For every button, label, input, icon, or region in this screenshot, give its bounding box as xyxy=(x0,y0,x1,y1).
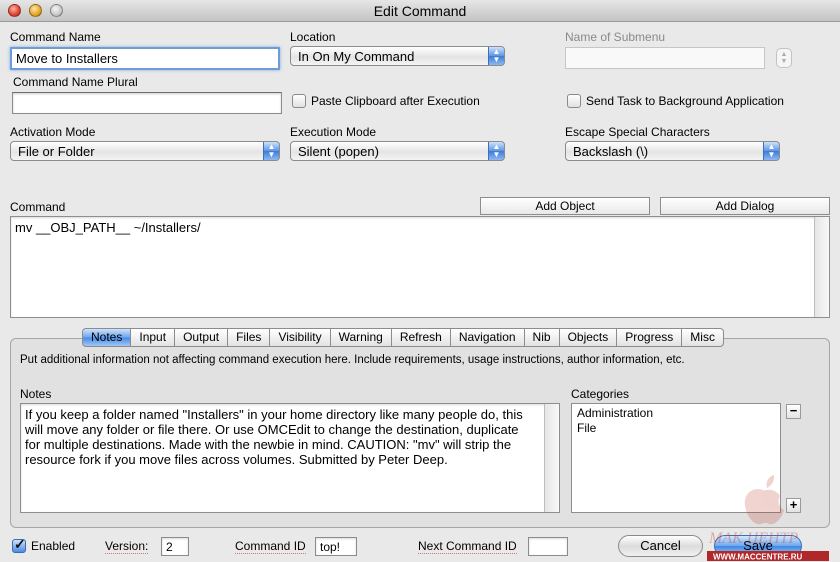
tab-progress[interactable]: Progress xyxy=(617,328,683,347)
list-item[interactable]: Administration xyxy=(577,406,775,421)
escape-chars-label: Escape Special Characters xyxy=(565,125,710,139)
execution-mode-value: Silent (popen) xyxy=(298,144,379,159)
tab-warning[interactable]: Warning xyxy=(330,328,392,347)
enabled-checkbox[interactable]: Enabled xyxy=(12,536,76,553)
edit-command-window: Edit Command Command Name Move to Instal… xyxy=(0,0,840,562)
tab-input[interactable]: Input xyxy=(131,328,176,347)
activation-mode-label: Activation Mode xyxy=(10,125,96,139)
escape-chars-value: Backslash (\) xyxy=(573,144,649,159)
location-value: In On My Command xyxy=(298,49,415,64)
notes-text: If you keep a folder named "Installers" … xyxy=(25,407,523,467)
title-bar: Edit Command xyxy=(0,0,840,22)
tab-notes[interactable]: Notes xyxy=(82,328,132,347)
tab-objects[interactable]: Objects xyxy=(559,328,618,347)
version-field[interactable]: 2 xyxy=(161,537,189,556)
command-textarea[interactable]: mv __OBJ_PATH__ ~/Installers/ xyxy=(10,216,830,318)
command-name-plural-label: Command Name Plural xyxy=(13,75,138,89)
location-label: Location xyxy=(290,30,336,44)
categories-list[interactable]: Administration File xyxy=(571,403,781,513)
checkbox-box xyxy=(292,94,306,108)
command-label: Command xyxy=(10,200,66,214)
notes-description: Put additional information not affecting… xyxy=(20,354,685,366)
tab-output[interactable]: Output xyxy=(175,328,229,347)
command-id-label: Command ID xyxy=(235,539,306,554)
enabled-label: Enabled xyxy=(31,539,76,553)
notes-textarea[interactable]: If you keep a folder named "Installers" … xyxy=(20,403,560,513)
execution-mode-label: Execution Mode xyxy=(290,125,377,139)
popup-arrows-icon: ▲ ▼ xyxy=(488,142,504,160)
activation-mode-value: File or Folder xyxy=(18,144,95,159)
tab-navigation[interactable]: Navigation xyxy=(450,328,525,347)
tab-files[interactable]: Files xyxy=(228,328,271,347)
checkbox-box xyxy=(567,94,581,108)
tab-visibility[interactable]: Visibility xyxy=(270,328,331,347)
checkbox-box xyxy=(12,536,26,553)
command-text: mv __OBJ_PATH__ ~/Installers/ xyxy=(15,220,201,235)
command-name-label: Command Name xyxy=(10,30,101,44)
location-popup[interactable]: In On My Command ▲ ▼ xyxy=(290,46,505,66)
version-label: Version: xyxy=(105,539,149,554)
window-title: Edit Command xyxy=(373,3,467,19)
next-command-id-label: Next Command ID xyxy=(418,539,517,554)
remove-category-button[interactable]: − xyxy=(786,404,801,419)
notes-label: Notes xyxy=(20,387,52,401)
execution-mode-popup[interactable]: Silent (popen) ▲ ▼ xyxy=(290,141,505,161)
popup-arrows-icon: ▲ ▼ xyxy=(263,142,279,160)
submenu-label: Name of Submenu xyxy=(565,30,666,44)
command-id-field[interactable]: top! xyxy=(315,537,357,556)
popup-arrows-icon: ▲ ▼ xyxy=(763,142,779,160)
command-scrollbar[interactable] xyxy=(814,217,829,317)
tab-misc[interactable]: Misc xyxy=(682,328,724,347)
paste-clipboard-label: Paste Clipboard after Execution xyxy=(311,94,480,108)
submenu-stepper[interactable]: ▲ ▼ xyxy=(776,48,792,68)
submenu-field[interactable] xyxy=(565,47,765,69)
next-command-id-field[interactable] xyxy=(528,537,568,556)
activation-mode-popup[interactable]: File or Folder ▲ ▼ xyxy=(10,141,280,161)
send-task-label: Send Task to Background Application xyxy=(586,94,784,108)
popup-arrows-icon: ▲ ▼ xyxy=(488,47,504,65)
paste-clipboard-checkbox[interactable]: Paste Clipboard after Execution xyxy=(292,94,480,108)
add-dialog-button[interactable]: Add Dialog xyxy=(660,197,830,215)
cancel-button[interactable]: Cancel xyxy=(618,535,703,557)
save-button[interactable]: Save xyxy=(714,535,802,557)
list-item[interactable]: File xyxy=(577,421,775,436)
add-object-button[interactable]: Add Object xyxy=(480,197,650,215)
notes-scrollbar[interactable] xyxy=(544,404,559,512)
tab-bar: Notes Input Output Files Visibility Warn… xyxy=(82,328,724,347)
command-name-plural-field[interactable] xyxy=(12,92,282,114)
command-name-field[interactable]: Move to Installers xyxy=(10,47,280,70)
add-category-button[interactable]: + xyxy=(786,498,801,513)
tab-nib[interactable]: Nib xyxy=(524,328,560,347)
send-task-checkbox[interactable]: Send Task to Background Application xyxy=(567,94,784,108)
categories-label: Categories xyxy=(571,387,630,401)
escape-chars-popup[interactable]: Backslash (\) ▲ ▼ xyxy=(565,141,780,161)
tab-refresh[interactable]: Refresh xyxy=(391,328,451,347)
